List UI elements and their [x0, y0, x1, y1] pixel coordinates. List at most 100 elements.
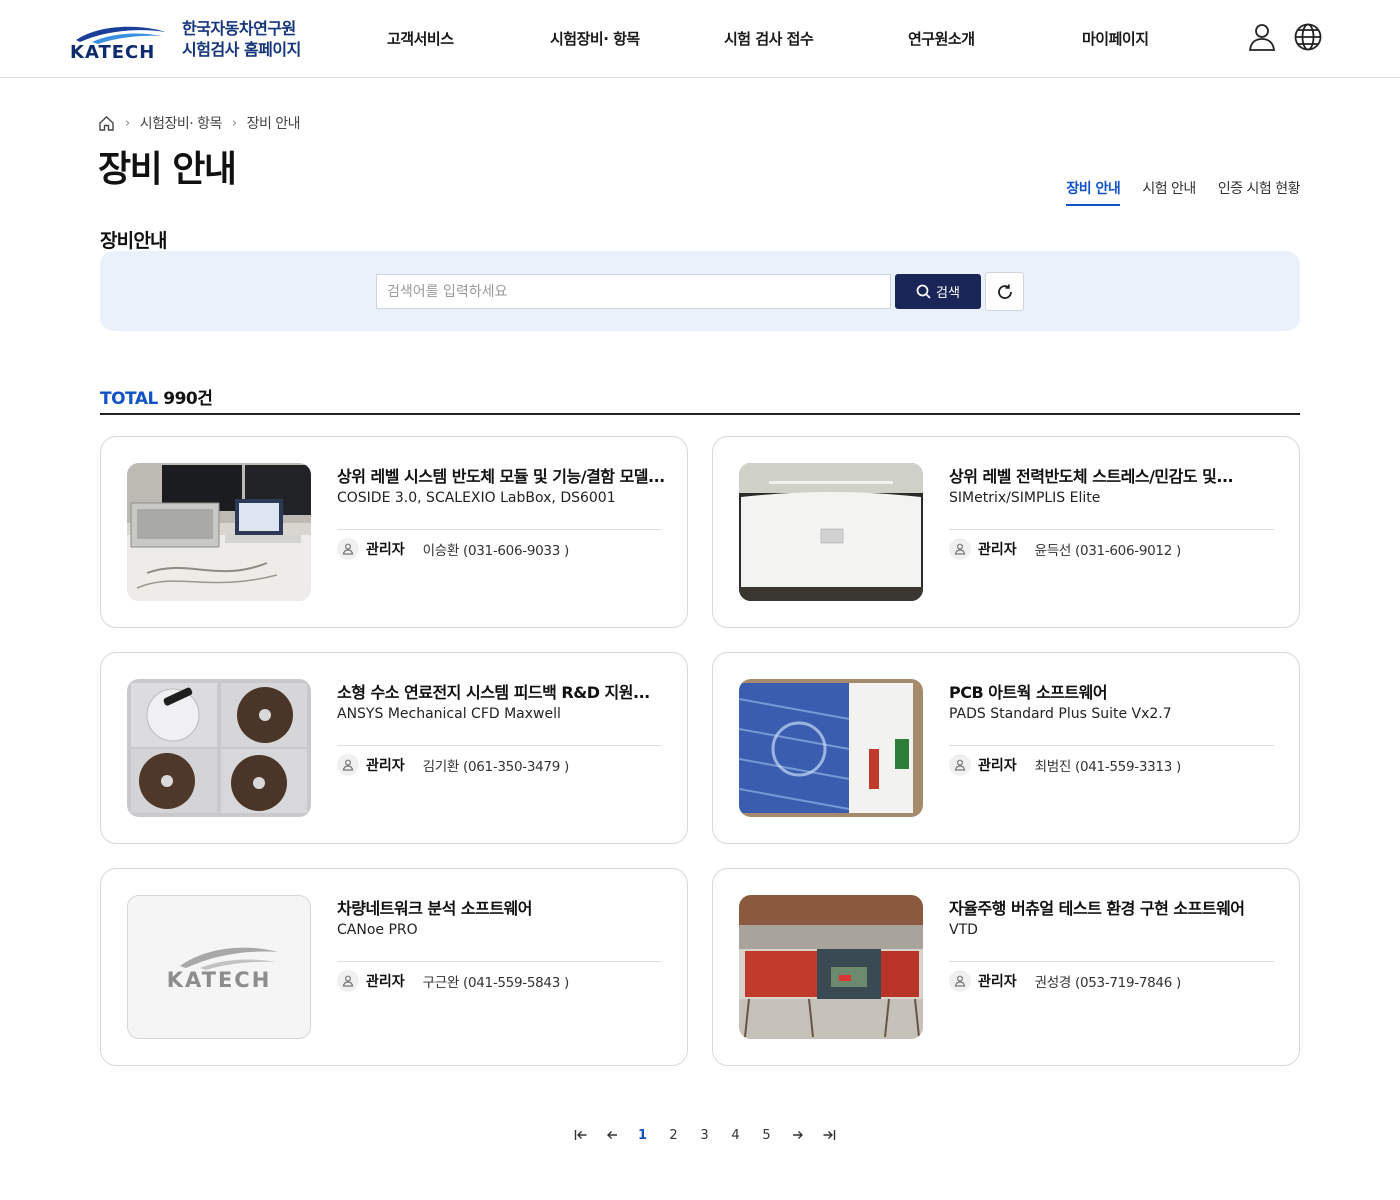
equipment-card[interactable]: 상위 레벨 시스템 반도체 모듈 및 기능/결함 모델... COSIDE 3.… [100, 436, 688, 628]
sub-tabs: 장비 안내 시험 안내 인증 시험 현황 [1066, 178, 1301, 206]
search-icon [916, 284, 931, 299]
search-button[interactable]: 검색 [895, 274, 981, 309]
card-divider [337, 529, 662, 530]
card-title: PCB 아트웍 소프트웨어 [949, 683, 1108, 702]
lab-equipment-photo [127, 463, 311, 601]
software-box-photo [739, 679, 923, 817]
card-subtitle: VTD [949, 922, 978, 938]
equipment-card[interactable]: KATECH 차량네트워크 분석 소프트웨어 CANoe PRO 관리자 구근완… [100, 868, 688, 1066]
card-title: 차량네트워크 분석 소프트웨어 [337, 899, 533, 918]
total-label: TOTAL [100, 389, 158, 409]
page-3[interactable]: 3 [689, 1128, 720, 1143]
card-divider [949, 529, 1274, 530]
card-divider [949, 961, 1274, 962]
manager-label: 관리자 [978, 542, 1017, 558]
page-1[interactable]: 1 [627, 1128, 658, 1143]
manager-value: 윤득선 (031-606-9012 ) [1034, 543, 1182, 559]
manager-value: 최범진 (041-559-3313 ) [1034, 759, 1182, 775]
last-page-icon[interactable] [813, 1129, 844, 1141]
manager-value: 권성경 (053-719-7846 ) [1034, 975, 1182, 991]
person-icon [337, 754, 359, 776]
main-nav: 고객서비스 시험장비· 항목 시험 검사 접수 연구원소개 마이페이지 [350, 0, 1200, 78]
next-page-icon[interactable] [782, 1129, 813, 1141]
search-button-label: 검색 [936, 286, 960, 301]
breadcrumb: › 시험장비· 항목 › 장비 안내 [98, 112, 301, 134]
card-divider [337, 745, 662, 746]
card-manager: 관리자 구근완 (041-559-5843 ) [337, 969, 569, 993]
prev-page-icon[interactable] [596, 1129, 627, 1141]
manager-label: 관리자 [366, 974, 405, 990]
user-icon[interactable] [1247, 22, 1277, 52]
search-input[interactable] [376, 274, 891, 309]
manager-label: 관리자 [366, 542, 405, 558]
first-page-icon[interactable] [565, 1129, 596, 1141]
card-subtitle: SIMetrix/SIMPLIS Elite [949, 490, 1101, 506]
search-panel: 검색 [100, 251, 1300, 331]
card-subtitle: ANSYS Mechanical CFD Maxwell [337, 706, 561, 722]
equipment-card[interactable]: 상위 레벨 전력반도체 스트레스/민감도 및... SIMetrix/SIMPL… [712, 436, 1300, 628]
site-header: KATECH 한국자동차연구원 시험검사 홈페이지 고객서비스 시험장비· 항목… [0, 0, 1400, 78]
pagination: 1 2 3 4 5 [565, 1124, 844, 1146]
logo-title: 한국자동차연구원 시험검사 홈페이지 [182, 18, 301, 60]
total-divider [100, 413, 1300, 415]
person-icon [949, 970, 971, 992]
card-title: 상위 레벨 시스템 반도체 모듈 및 기능/결함 모델... [337, 467, 665, 486]
manager-label: 관리자 [978, 974, 1017, 990]
reset-button[interactable] [985, 272, 1024, 311]
page-title: 장비 안내 [98, 149, 237, 190]
nav-test-application[interactable]: 시험 검사 접수 [724, 28, 814, 49]
card-divider [337, 961, 662, 962]
page-5[interactable]: 5 [751, 1128, 782, 1143]
logo-wordmark: KATECH [70, 42, 156, 63]
person-icon [337, 970, 359, 992]
card-manager: 관리자 권성경 (053-719-7846 ) [949, 969, 1181, 993]
person-icon [949, 538, 971, 560]
card-manager: 관리자 최범진 (041-559-3313 ) [949, 753, 1181, 777]
card-manager: 관리자 윤득선 (031-606-9012 ) [949, 537, 1181, 561]
page-2[interactable]: 2 [658, 1128, 689, 1143]
card-manager: 관리자 이승환 (031-606-9033 ) [337, 537, 569, 561]
breadcrumb-level2[interactable]: 장비 안내 [247, 113, 301, 133]
card-manager: 관리자 김기환 (061-350-3479 ) [337, 753, 569, 777]
manager-value: 이승환 (031-606-9033 ) [422, 543, 570, 559]
breadcrumb-separator-icon: › [231, 115, 237, 131]
nav-institute-intro[interactable]: 연구원소개 [908, 28, 975, 49]
refresh-icon [997, 284, 1012, 299]
katech-swoosh-icon [180, 947, 278, 970]
logo-title-line2: 시험검사 홈페이지 [182, 40, 301, 59]
software-discs-photo [127, 679, 311, 817]
tab-equipment-guide[interactable]: 장비 안내 [1066, 178, 1121, 206]
card-subtitle: CANoe PRO [337, 922, 418, 938]
equipment-card[interactable]: 소형 수소 연료전지 시스템 피드백 R&D 지원... ANSYS Mecha… [100, 652, 688, 844]
nav-mypage[interactable]: 마이페이지 [1082, 28, 1149, 49]
breadcrumb-separator-icon: › [125, 115, 130, 131]
equipment-card[interactable]: 자율주행 버츄얼 테스트 환경 구현 소프트웨어 VTD 관리자 권성경 (05… [712, 868, 1300, 1066]
breadcrumb-level1[interactable]: 시험장비· 항목 [140, 113, 223, 133]
manager-value: 구근완 (041-559-5843 ) [422, 975, 570, 991]
placeholder-wordmark: KATECH [166, 968, 272, 992]
nav-customer-service[interactable]: 고객서비스 [387, 28, 454, 49]
card-title: 소형 수소 연료전지 시스템 피드백 R&D 지원... [337, 683, 650, 702]
section-title: 장비안내 [100, 230, 168, 252]
card-title: 상위 레벨 전력반도체 스트레스/민감도 및... [949, 467, 1234, 486]
manager-value: 김기환 (061-350-3479 ) [422, 759, 570, 775]
tab-certification-status[interactable]: 인증 시험 현황 [1218, 178, 1301, 206]
logo-title-line1: 한국자동차연구원 [182, 19, 296, 38]
tab-test-guide[interactable]: 시험 안내 [1142, 178, 1196, 206]
katech-logo[interactable]: KATECH 한국자동차연구원 시험검사 홈페이지 [70, 18, 310, 64]
total-count: TOTAL 990건 [100, 384, 213, 409]
home-icon[interactable] [98, 115, 115, 132]
monitor-photo [739, 463, 923, 601]
manager-label: 관리자 [978, 758, 1017, 774]
equipment-card[interactable]: PCB 아트웍 소프트웨어 PADS Standard Plus Suite V… [712, 652, 1300, 844]
manager-label: 관리자 [366, 758, 405, 774]
card-title: 자율주행 버츄얼 테스트 환경 구현 소프트웨어 [949, 899, 1245, 918]
card-subtitle: PADS Standard Plus Suite Vx2.7 [949, 706, 1172, 722]
globe-icon[interactable] [1293, 22, 1323, 52]
katech-logo-placeholder: KATECH [127, 895, 311, 1039]
card-divider [949, 745, 1274, 746]
driving-simulator-photo [739, 895, 923, 1039]
person-icon [949, 754, 971, 776]
page-4[interactable]: 4 [720, 1128, 751, 1143]
nav-test-equipment[interactable]: 시험장비· 항목 [550, 28, 640, 49]
